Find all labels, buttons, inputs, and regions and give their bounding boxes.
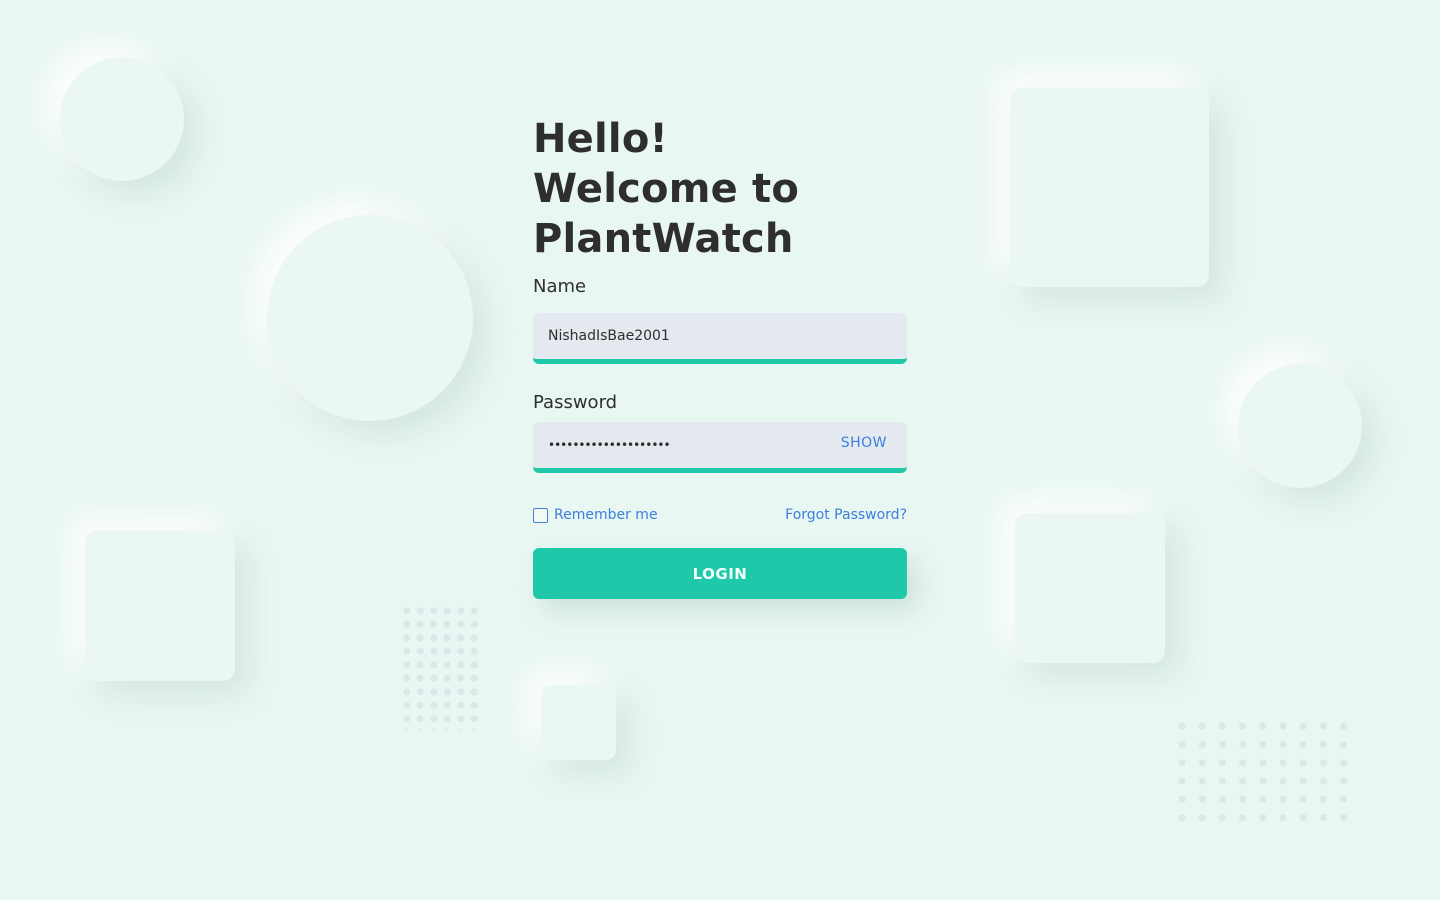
login-button[interactable]: LOGIN bbox=[533, 548, 907, 599]
remember-me-toggle[interactable]: Remember me bbox=[533, 507, 658, 523]
password-label: Password bbox=[533, 392, 618, 413]
title-line: Hello! bbox=[533, 116, 668, 162]
decorative-circle bbox=[267, 215, 473, 421]
decorative-square bbox=[541, 685, 616, 760]
name-field-wrapper bbox=[533, 313, 907, 364]
title-line: Welcome to bbox=[533, 166, 800, 212]
decorative-square bbox=[85, 531, 235, 681]
decorative-square bbox=[1015, 513, 1165, 663]
decorative-circle bbox=[60, 57, 184, 181]
forgot-password-link[interactable]: Forgot Password? bbox=[785, 507, 907, 523]
decorative-square bbox=[1010, 88, 1209, 287]
show-password-button[interactable]: SHOW bbox=[841, 435, 887, 451]
remember-me-checkbox[interactable] bbox=[533, 507, 548, 523]
name-input[interactable] bbox=[533, 313, 907, 359]
password-field-wrapper: SHOW bbox=[533, 422, 907, 473]
decorative-dot-grid bbox=[1172, 717, 1354, 827]
login-form: Hello! Welcome to PlantWatch Name Passwo… bbox=[533, 114, 907, 599]
decorative-circle bbox=[1238, 364, 1362, 488]
options-row: Remember me Forgot Password? bbox=[533, 506, 907, 524]
remember-me-label: Remember me bbox=[554, 507, 658, 523]
page-title: Hello! Welcome to PlantWatch bbox=[533, 114, 907, 264]
title-line: PlantWatch bbox=[533, 216, 794, 262]
name-label: Name bbox=[533, 276, 587, 297]
decorative-dot-grid bbox=[400, 604, 481, 730]
